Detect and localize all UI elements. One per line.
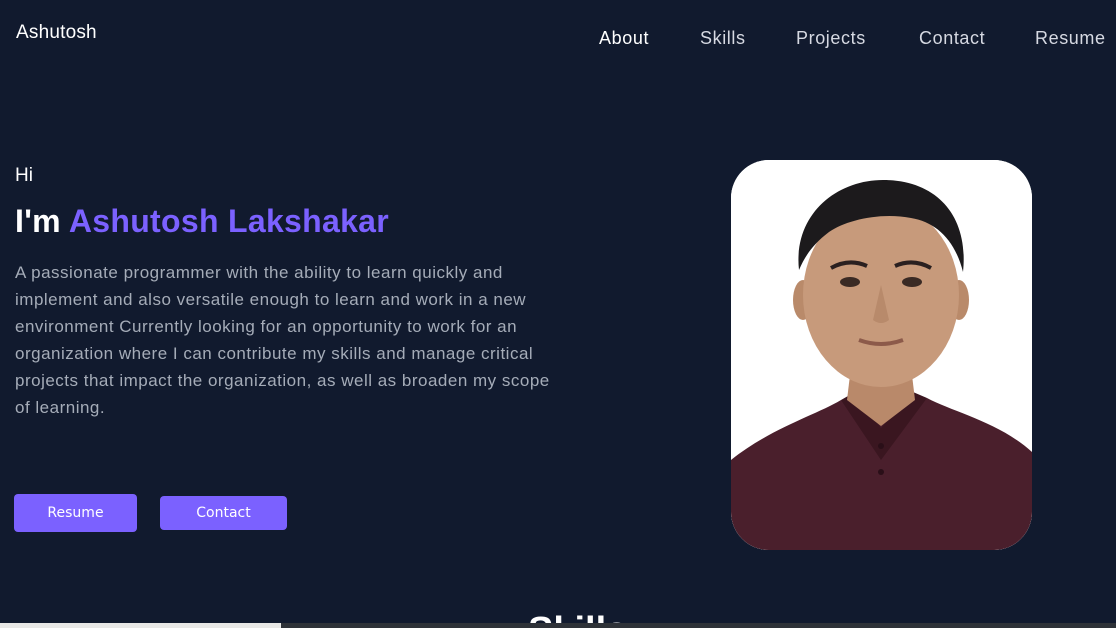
hero-bio: A passionate programmer with the ability…	[15, 263, 550, 417]
brand-logo[interactable]: Ashutosh	[16, 22, 97, 44]
resume-button[interactable]: Resume	[14, 494, 137, 532]
nav-item-contact[interactable]: Contact	[919, 28, 985, 49]
nav-item-about[interactable]: About	[599, 28, 649, 49]
headline-name: Ashutosh Lakshakar	[68, 203, 390, 239]
nav-item-skills[interactable]: Skills	[700, 28, 746, 49]
nav-item-resume[interactable]: Resume	[1035, 28, 1106, 49]
headline-prefix: I'm	[15, 203, 69, 239]
portrait-illustration	[731, 160, 1032, 550]
nav-item-projects[interactable]: Projects	[796, 28, 866, 49]
contact-button[interactable]: Contact	[160, 496, 287, 530]
bottom-strip	[0, 623, 1116, 628]
bottom-strip-light	[0, 623, 281, 628]
profile-photo	[731, 160, 1032, 550]
hero-greeting: Hi	[15, 165, 33, 186]
portfolio-page: Ashutosh About Skills Projects Contact R…	[0, 0, 1116, 628]
hero-headline: I'm Ashutosh Lakshakar	[15, 203, 389, 240]
